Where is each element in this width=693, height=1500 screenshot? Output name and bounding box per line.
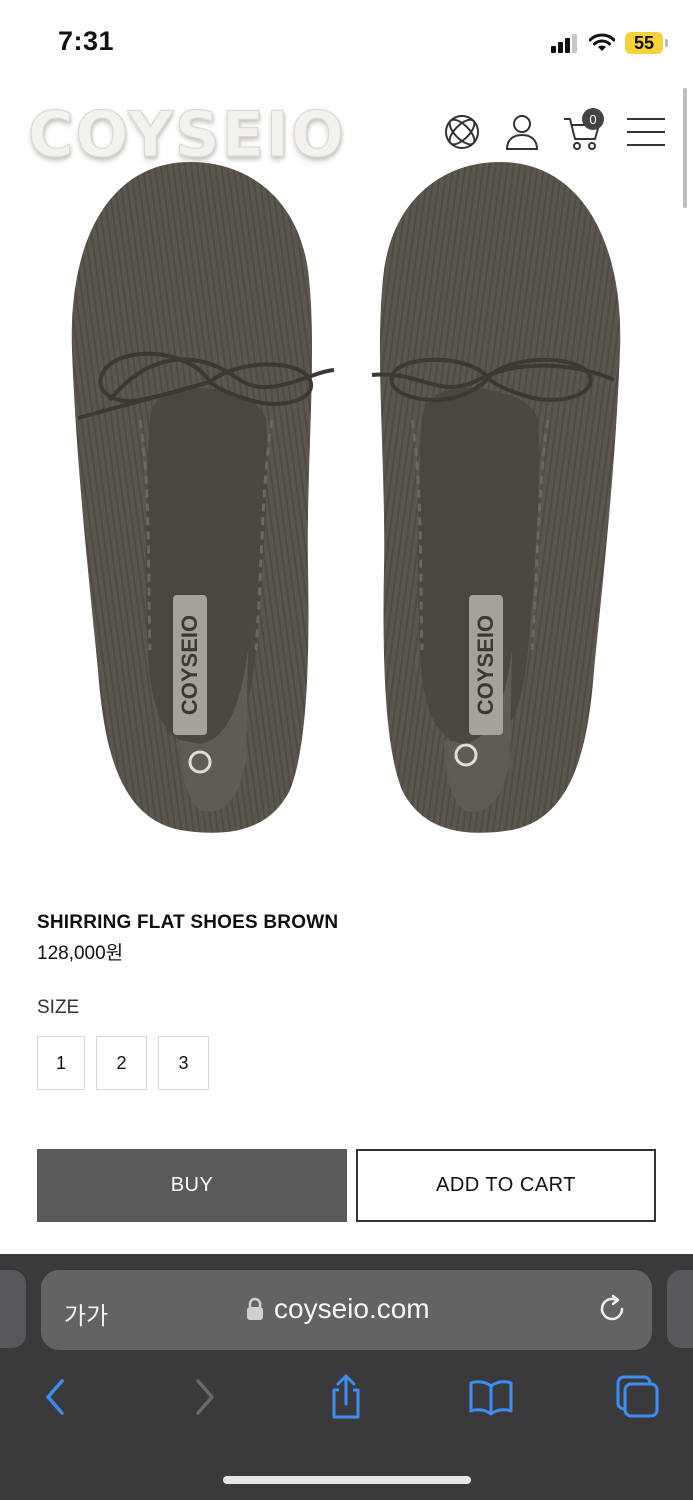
cart-count-badge: 0 [582,108,604,130]
url-field[interactable]: coyseio.com [246,1293,430,1325]
status-time: 7:31 [58,26,115,56]
back-icon[interactable] [30,1372,80,1422]
product-title: SHIRRING FLAT SHOES BROWN [37,912,339,933]
globe-icon[interactable] [442,112,482,152]
url-text: coyseio.com [274,1293,430,1324]
left-insole-label: COYSEIO [177,615,202,715]
scrollbar[interactable] [683,88,687,208]
add-to-cart-button[interactable]: ADD TO CART [356,1149,656,1222]
previous-tab-preview[interactable] [0,1270,26,1348]
buy-button[interactable]: BUY [37,1149,347,1222]
text-size-button[interactable]: 가가 [64,1296,108,1331]
status-icons: 55 [551,30,668,56]
size-option-2[interactable]: 2 [96,1036,147,1090]
lock-icon [247,1297,263,1320]
user-icon[interactable] [502,112,542,152]
size-option-1[interactable]: 1 [37,1036,85,1090]
brand-logo[interactable]: COYSEIO [28,98,346,172]
menu-icon[interactable] [626,112,666,152]
size-label: SIZE [37,997,80,1018]
home-indicator [223,1476,471,1484]
product-image: COYSEIO COYSEIO [71,162,621,833]
cart-icon[interactable]: 0 [562,108,604,152]
right-shoe: COYSEIO [371,162,621,833]
left-shoe: COYSEIO [71,162,335,833]
cellular-signal-icon [551,34,577,53]
product-price: 128,000원 [37,943,124,964]
tabs-icon[interactable] [612,1372,662,1422]
share-icon[interactable] [321,1372,371,1422]
right-insole-label: COYSEIO [473,615,498,715]
next-tab-preview[interactable] [667,1270,693,1348]
battery-icon: 55 [625,32,668,54]
forward-icon[interactable] [180,1372,230,1422]
wifi-icon [589,33,615,51]
size-option-3[interactable]: 3 [158,1036,209,1090]
reload-icon[interactable] [596,1293,628,1325]
bookmarks-icon[interactable] [466,1372,516,1422]
